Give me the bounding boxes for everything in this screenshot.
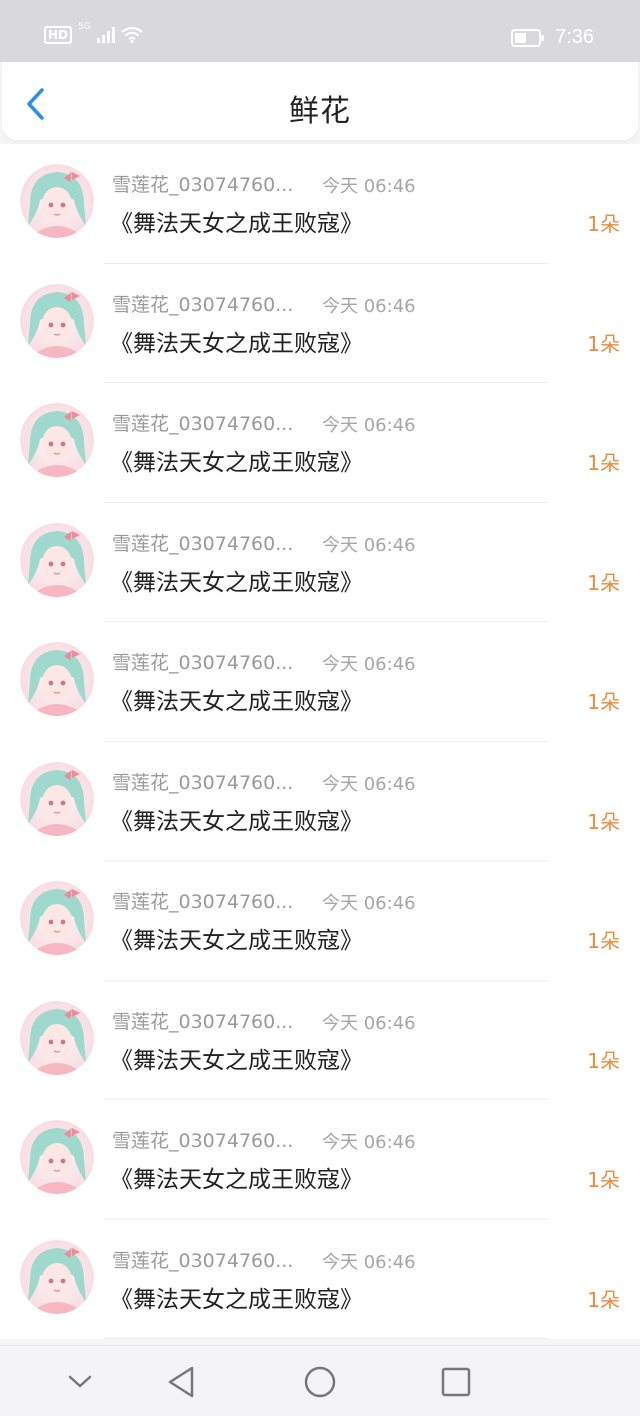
status-bar: HD 5G 7:36: [0, 0, 640, 62]
timestamp: 今天 06:46: [322, 415, 416, 436]
back-triangle-icon: [168, 1366, 194, 1398]
book-title: 《舞法天女之成王败寇》: [110, 450, 363, 476]
nav-recents-button[interactable]: [438, 1364, 474, 1400]
system-nav-bar: [0, 1345, 640, 1416]
header: 鲜花: [2, 62, 638, 140]
nav-home-button[interactable]: [302, 1364, 338, 1400]
avatar[interactable]: [20, 164, 94, 238]
flower-count: 1朵: [587, 1048, 620, 1073]
timestamp: 今天 06:46: [322, 1132, 416, 1153]
flower-count: 1朵: [587, 1168, 620, 1192]
list-item[interactable]: 雪莲花_03074760... 今天 06:46 《舞法天女之成王败寇》 1朵: [0, 263, 640, 383]
username: 雪莲花_03074760...: [112, 1130, 294, 1152]
avatar[interactable]: [20, 761, 94, 836]
timestamp: 今天 06:46: [322, 1251, 416, 1273]
page-title: 鲜花: [289, 94, 351, 129]
username: 雪莲花_03074760...: [112, 532, 294, 555]
flower-count: 1朵: [587, 1287, 620, 1312]
signal-icon: [96, 27, 115, 43]
timestamp: 今天 06:46: [322, 295, 416, 317]
book-title: 《舞法天女之成王败寇》: [110, 928, 363, 954]
list-item[interactable]: 雪莲花_03074760... 今天 06:46 《舞法天女之成王败寇》 1朵: [0, 144, 640, 264]
home-circle-icon: [304, 1366, 336, 1398]
flower-count: 1朵: [587, 690, 620, 714]
avatar[interactable]: [20, 522, 94, 597]
list-item[interactable]: 雪莲花_03074760... 今天 06:46 《舞法天女之成王败寇》 1朵: [0, 502, 640, 622]
nav-back-button[interactable]: [164, 1364, 200, 1400]
hd-badge: HD: [44, 26, 73, 44]
book-title: 《舞法天女之成王败寇》: [110, 569, 363, 596]
username: 雪莲花_03074760...: [112, 413, 294, 435]
avatar[interactable]: [20, 1239, 94, 1314]
timestamp: 今天 06:46: [322, 176, 416, 197]
network-type: 5G: [78, 22, 91, 32]
wifi-icon: [121, 27, 143, 43]
avatar[interactable]: [20, 881, 94, 955]
list-item[interactable]: 雪莲花_03074760... 今天 06:46 《舞法天女之成王败寇》 1朵: [0, 622, 640, 742]
username: 雪莲花_03074760...: [112, 174, 294, 196]
flower-count: 1朵: [587, 570, 620, 595]
avatar[interactable]: [20, 1000, 94, 1075]
timestamp: 今天 06:46: [322, 1012, 416, 1034]
username: 雪莲花_03074760...: [112, 652, 294, 674]
avatar[interactable]: [20, 403, 94, 477]
list-item[interactable]: 雪莲花_03074760... 今天 06:46 《舞法天女之成王败寇》 1朵: [0, 383, 640, 503]
list-item[interactable]: 雪莲花_03074760... 今天 06:46 《舞法天女之成王败寇》 1朵: [0, 861, 640, 981]
username: 雪莲花_03074760...: [112, 293, 294, 316]
status-right: 7:36: [511, 26, 594, 49]
flower-count: 1朵: [587, 929, 620, 953]
hide-keyboard-button[interactable]: [62, 1364, 98, 1400]
list-item[interactable]: 雪莲花_03074760... 今天 06:46 《舞法天女之成王败寇》 1朵: [0, 741, 640, 861]
flower-count: 1朵: [587, 809, 620, 834]
timestamp: 今天 06:46: [322, 773, 416, 795]
avatar[interactable]: [20, 1120, 94, 1194]
recents-square-icon: [441, 1367, 471, 1397]
book-title: 《舞法天女之成王败寇》: [110, 330, 363, 357]
book-title: 《舞法天女之成王败寇》: [110, 689, 363, 715]
book-title: 《舞法天女之成王败寇》: [110, 1286, 363, 1313]
timestamp: 今天 06:46: [322, 534, 416, 556]
timestamp: 今天 06:46: [322, 893, 416, 914]
username: 雪莲花_03074760...: [112, 891, 294, 913]
username: 雪莲花_03074760...: [112, 1010, 294, 1033]
divider: [104, 1338, 548, 1339]
clock: 7:36: [555, 26, 594, 48]
flower-count: 1朵: [587, 212, 620, 236]
flower-count: 1朵: [587, 451, 620, 475]
flower-count: 1朵: [587, 331, 620, 356]
avatar[interactable]: [20, 283, 94, 358]
book-title: 《舞法天女之成王败寇》: [110, 1167, 363, 1193]
list-item[interactable]: 雪莲花_03074760... 今天 06:46 《舞法天女之成王败寇》 1朵: [0, 1100, 640, 1220]
list-item[interactable]: 雪莲花_03074760... 今天 06:46 《舞法天女之成王败寇》 1朵: [0, 1219, 640, 1339]
username: 雪莲花_03074760...: [112, 1249, 294, 1272]
book-title: 《舞法天女之成王败寇》: [110, 211, 363, 237]
book-title: 《舞法天女之成王败寇》: [110, 808, 363, 835]
status-left: HD 5G: [44, 22, 143, 44]
chevron-down-icon: [68, 1375, 92, 1388]
flower-gift-list: 雪莲花_03074760... 今天 06:46 《舞法天女之成王败寇》 1朵 …: [0, 144, 640, 1339]
username: 雪莲花_03074760...: [112, 771, 294, 794]
timestamp: 今天 06:46: [322, 654, 416, 675]
battery-icon: [511, 28, 545, 47]
book-title: 《舞法天女之成王败寇》: [110, 1047, 363, 1074]
list-item[interactable]: 雪莲花_03074760... 今天 06:46 《舞法天女之成王败寇》 1朵: [0, 980, 640, 1100]
avatar[interactable]: [20, 642, 94, 716]
